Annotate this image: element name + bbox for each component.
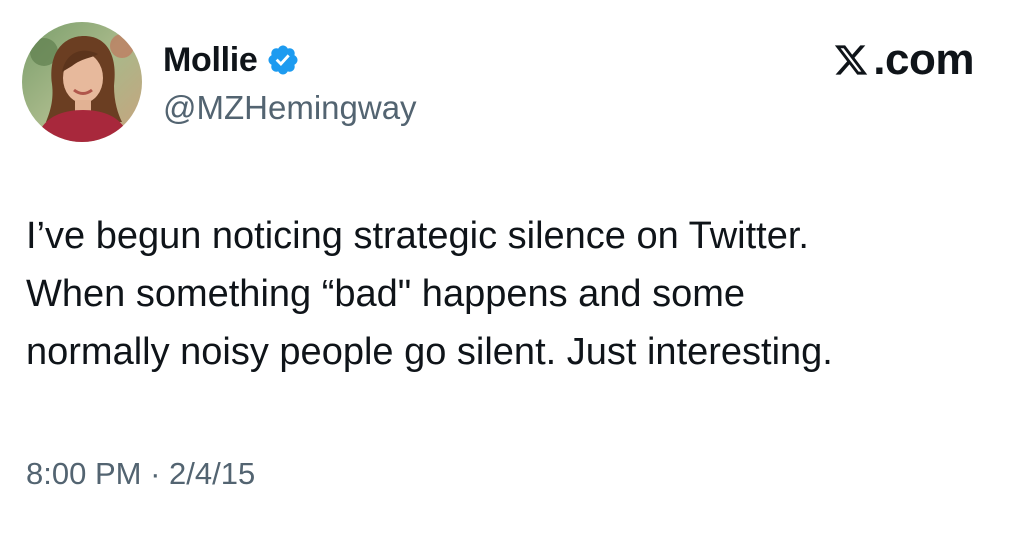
avatar[interactable] — [22, 22, 142, 142]
tweet-date: 2/4/15 — [169, 456, 256, 491]
author-name-row: Mollie — [163, 38, 300, 82]
tweet-time: 8:00 PM — [26, 456, 142, 491]
author-handle[interactable]: @MZHemingway — [163, 86, 417, 130]
avatar-photo — [22, 22, 142, 142]
author-name[interactable]: Mollie — [163, 38, 258, 82]
x-logo-icon — [833, 42, 869, 78]
verified-badge-icon — [266, 43, 300, 77]
tweet-text-line: normally noisy people go silent. Just in… — [26, 331, 833, 373]
tweet-text: I’ve begun noticing strategic silence on… — [26, 207, 1006, 381]
tweet-text-line: I’ve begun noticing strategic silence on… — [26, 215, 809, 257]
tweet-text-line: When something “bad" happens and some — [26, 273, 746, 315]
meta-separator: · — [141, 456, 170, 491]
tweet-timestamp[interactable]: 8:00 PM · 2/4/15 — [26, 452, 255, 496]
tweet-card: Mollie @MZHemingway .com I’ve begun noti… — [0, 0, 1024, 537]
brand-watermark: .com — [833, 34, 974, 86]
brand-domain: .com — [873, 35, 974, 84]
